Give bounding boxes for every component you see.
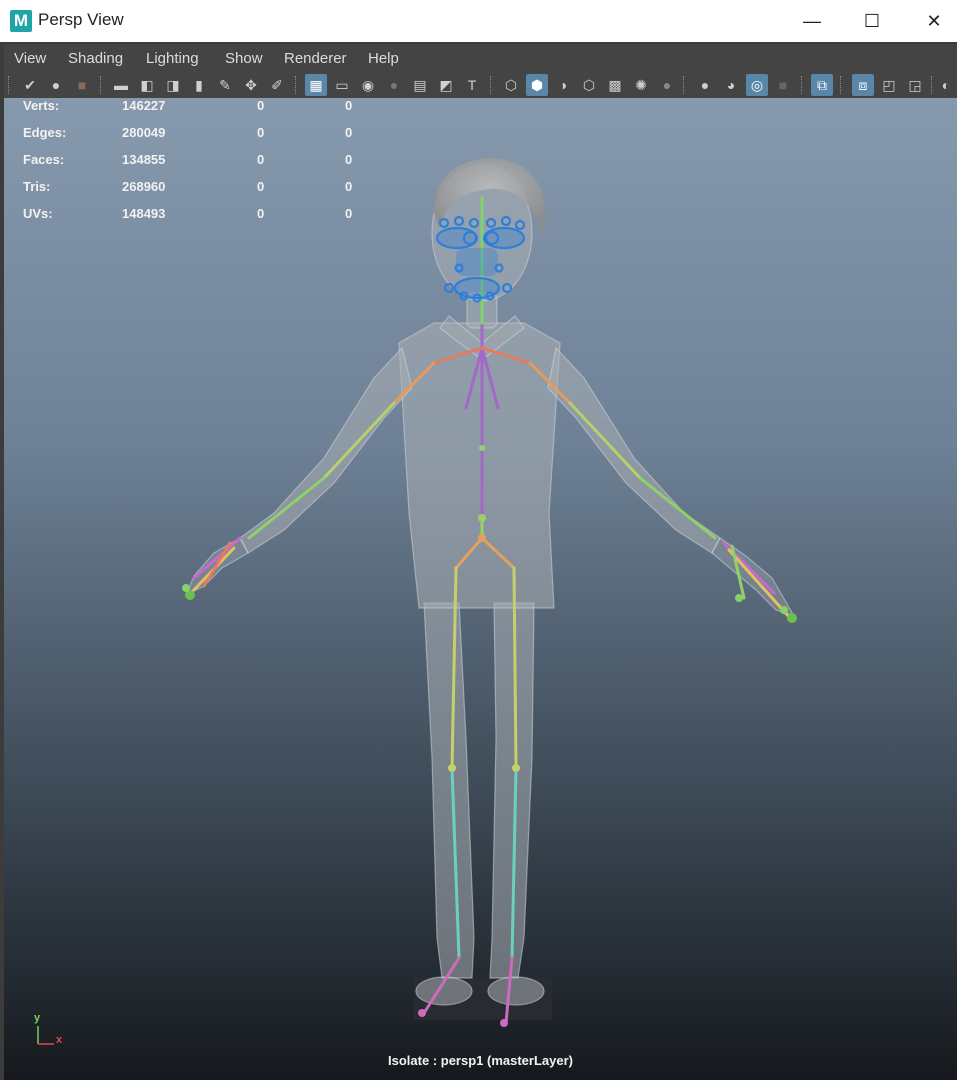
toolbar-separator <box>295 76 299 94</box>
hud-label: Edges: <box>23 125 67 140</box>
hud-value: 280049 <box>122 125 166 140</box>
window-title: Persp View <box>38 10 124 29</box>
toolbar-separator <box>840 76 844 94</box>
textured-icon[interactable]: ▩ <box>604 74 626 96</box>
text-icon[interactable]: T <box>461 74 483 96</box>
smooth-shade-icon[interactable]: ⬢ <box>526 74 548 96</box>
lock-camera-icon[interactable]: ● <box>45 74 67 96</box>
safe-action-icon[interactable]: ✎ <box>214 74 236 96</box>
image-plane-toggle-icon[interactable]: ▤ <box>409 74 431 96</box>
hud-value: 0 <box>257 152 265 167</box>
xray-active-components-icon[interactable]: ◰ <box>878 74 900 96</box>
maximize-button[interactable]: ☐ <box>852 6 892 36</box>
resolution-gate-icon[interactable]: ◉ <box>357 74 379 96</box>
grease-pencil-icon[interactable]: ▮ <box>188 74 210 96</box>
grid-icon[interactable]: ▦ <box>305 74 327 96</box>
title-bar: M Persp View — ☐ ✕ <box>0 0 957 42</box>
menu-view[interactable]: View <box>14 50 46 67</box>
maya-app-icon: M <box>10 10 32 32</box>
bookmarks-icon[interactable]: ▬ <box>110 74 132 96</box>
panel-toolbar: ✔ ● ■ ▬ ◧ ◨ ▮ ✎ ✥ ✐ ▦ ▭ ◉ ● ▤ ◩ T ⬡ ⬢ ◑ … <box>4 72 957 98</box>
gate-mask-icon[interactable]: ● <box>383 74 405 96</box>
depth-of-field-icon[interactable]: ■ <box>772 74 794 96</box>
close-button[interactable]: ✕ <box>914 6 954 36</box>
use-all-lights-icon[interactable]: ✺ <box>630 74 652 96</box>
hud-value: 268960 <box>122 179 166 194</box>
menu-renderer[interactable]: Renderer <box>284 50 347 67</box>
hud-value: 0 <box>257 98 265 113</box>
isolate-status: Isolate : persp1 (masterLayer) <box>388 1053 573 1068</box>
default-material-icon[interactable]: ◑ <box>552 74 574 96</box>
camera-attributes-icon[interactable]: ■ <box>71 74 93 96</box>
menu-show[interactable]: Show <box>225 50 263 67</box>
character-scene <box>37 158 797 1045</box>
hud-label: Verts: <box>23 98 60 113</box>
hud-value: 0 <box>345 98 353 113</box>
toolbar-separator <box>931 76 935 94</box>
hud-value: 146227 <box>122 98 166 113</box>
axis-gizmo <box>37 1026 54 1045</box>
menu-help[interactable]: Help <box>368 50 399 67</box>
anti-aliasing-icon[interactable]: ◎ <box>746 74 768 96</box>
persp-viewport[interactable]: Verts: 146227 0 0 Edges: 280049 0 0 Face… <box>4 98 957 1080</box>
field-chart-icon[interactable]: ✐ <box>266 74 288 96</box>
hud-value: 0 <box>345 125 353 140</box>
axis-label-y: y <box>34 1012 41 1024</box>
menu-lighting[interactable]: Lighting <box>146 50 199 67</box>
hud-value: 0 <box>257 179 265 194</box>
hud-value: 0 <box>345 179 353 194</box>
toolbar-separator <box>683 76 687 94</box>
hud-value: 0 <box>345 206 353 221</box>
film-gate-icon[interactable]: ▭ <box>331 74 353 96</box>
axis-label-x: x <box>56 1034 63 1046</box>
picture-icon[interactable]: ◩ <box>435 74 457 96</box>
panel-menu-bar: View Shading Lighting Show Renderer Help <box>4 44 957 72</box>
shadows-icon[interactable]: ● <box>656 74 678 96</box>
screen-space-ao-icon[interactable]: ● <box>694 74 716 96</box>
toolbar-separator <box>801 76 805 94</box>
hud-value: 148493 <box>122 206 166 221</box>
safe-title-icon[interactable]: ✥ <box>240 74 262 96</box>
image-plane-icon[interactable]: ◧ <box>136 74 158 96</box>
select-camera-icon[interactable]: ✔ <box>19 74 41 96</box>
xray-joints-icon[interactable]: ◲ <box>904 74 926 96</box>
backface-culling-icon[interactable]: ◐ <box>938 74 954 96</box>
2d-pan-zoom-icon[interactable]: ◨ <box>162 74 184 96</box>
toolbar-separator <box>490 76 494 94</box>
hud-value: 0 <box>257 125 265 140</box>
toolbar-separator <box>100 76 104 94</box>
motion-blur-icon[interactable]: ◕ <box>720 74 742 96</box>
wireframe-on-shaded-icon[interactable]: ⬡ <box>578 74 600 96</box>
hud-value: 0 <box>345 152 353 167</box>
menu-shading[interactable]: Shading <box>68 50 123 67</box>
wireframe-icon[interactable]: ⬡ <box>500 74 522 96</box>
hud-value: 0 <box>257 206 265 221</box>
hud-label: UVs: <box>23 206 53 221</box>
minimize-button[interactable]: — <box>792 6 832 36</box>
isolate-select-icon[interactable]: ⧉ <box>811 74 833 96</box>
toolbar-separator <box>8 76 12 94</box>
hud-label: Faces: <box>23 152 65 167</box>
hud-label: Tris: <box>23 179 51 194</box>
xray-icon[interactable]: ⧈ <box>852 74 874 96</box>
hud-value: 134855 <box>122 152 166 167</box>
